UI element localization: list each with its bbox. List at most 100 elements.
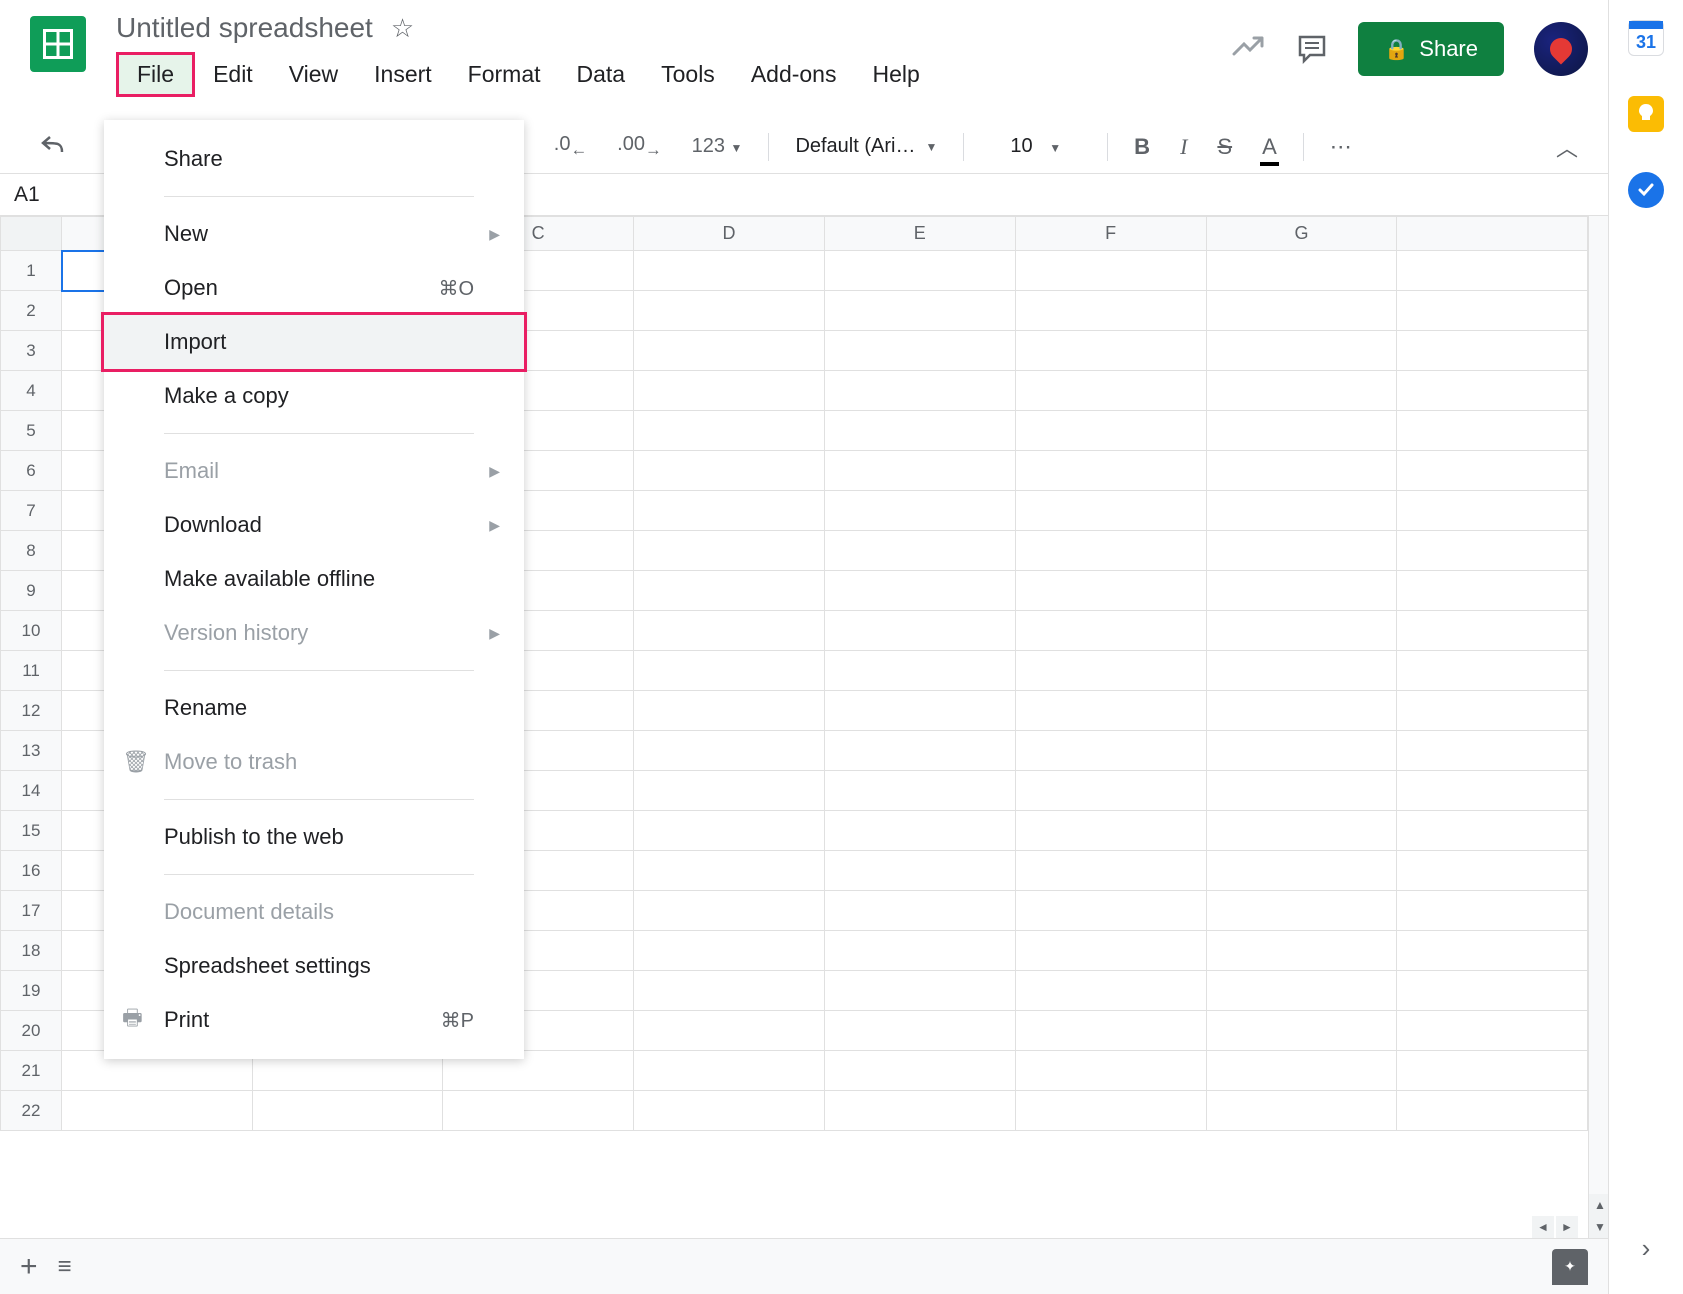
row-header[interactable]: 7 (1, 491, 62, 531)
sheets-logo[interactable] (30, 16, 86, 72)
cell[interactable] (1206, 931, 1397, 971)
cell[interactable] (824, 251, 1015, 291)
cell[interactable] (824, 1051, 1015, 1091)
cell[interactable] (1206, 291, 1397, 331)
column-header[interactable]: F (1015, 217, 1206, 251)
cell[interactable] (1015, 371, 1206, 411)
cell[interactable] (634, 1011, 825, 1051)
cell[interactable] (824, 491, 1015, 531)
menu-edit[interactable]: Edit (195, 55, 271, 94)
cell[interactable] (824, 931, 1015, 971)
cell[interactable] (1397, 571, 1588, 611)
column-header[interactable]: G (1206, 217, 1397, 251)
tasks-icon[interactable] (1628, 172, 1664, 208)
undo-button[interactable] (30, 128, 76, 166)
cell[interactable] (634, 891, 825, 931)
cell[interactable] (1397, 851, 1588, 891)
cell[interactable] (1206, 1051, 1397, 1091)
cell[interactable] (1397, 291, 1588, 331)
star-icon[interactable]: ☆ (391, 13, 414, 44)
column-header[interactable]: D (634, 217, 825, 251)
cell[interactable] (634, 811, 825, 851)
cell[interactable] (634, 291, 825, 331)
cell[interactable] (634, 1051, 825, 1091)
menu-item-rename[interactable]: Rename (104, 681, 524, 735)
cell[interactable] (1206, 691, 1397, 731)
row-header[interactable]: 13 (1, 731, 62, 771)
cell[interactable] (634, 731, 825, 771)
cell[interactable] (1015, 531, 1206, 571)
cell[interactable] (1015, 331, 1206, 371)
row-header[interactable]: 20 (1, 1011, 62, 1051)
cell[interactable] (1397, 931, 1588, 971)
format-decrease-decimal[interactable]: .0← (544, 127, 597, 166)
font-size-select[interactable]: 10 ▼ (980, 135, 1091, 158)
cell[interactable] (634, 451, 825, 491)
cell[interactable] (1397, 611, 1588, 651)
row-header[interactable]: 15 (1, 811, 62, 851)
cell[interactable] (1397, 691, 1588, 731)
row-header[interactable]: 2 (1, 291, 62, 331)
cell[interactable] (1397, 1091, 1588, 1131)
cell[interactable] (634, 691, 825, 731)
menu-item-share[interactable]: Share (104, 132, 524, 186)
cell[interactable] (1015, 291, 1206, 331)
row-header[interactable]: 22 (1, 1091, 62, 1131)
cell[interactable] (1206, 651, 1397, 691)
format-increase-decimal[interactable]: .00→ (607, 127, 671, 166)
more-tools-button[interactable]: ⋯ (1320, 128, 1362, 166)
row-header[interactable]: 10 (1, 611, 62, 651)
cell[interactable] (1397, 451, 1588, 491)
menu-item-open[interactable]: Open⌘O (104, 261, 524, 315)
cell[interactable] (1015, 451, 1206, 491)
cell[interactable] (634, 571, 825, 611)
cell[interactable] (1015, 1011, 1206, 1051)
horizontal-scroll[interactable]: ◄ ► (1532, 1216, 1578, 1238)
cell[interactable] (824, 731, 1015, 771)
cell[interactable] (1397, 371, 1588, 411)
cell[interactable] (824, 811, 1015, 851)
cell[interactable] (1206, 331, 1397, 371)
menu-item-download[interactable]: Download▶ (104, 498, 524, 552)
text-color-button[interactable]: A (1252, 128, 1287, 166)
row-header[interactable]: 16 (1, 851, 62, 891)
cell[interactable] (1206, 571, 1397, 611)
row-header[interactable]: 21 (1, 1051, 62, 1091)
cell[interactable] (824, 1011, 1015, 1051)
font-family-select[interactable]: Default (Ari…▼ (785, 135, 947, 158)
column-header[interactable]: E (824, 217, 1015, 251)
account-avatar[interactable] (1534, 22, 1588, 76)
cell[interactable] (1015, 651, 1206, 691)
cell[interactable] (1206, 771, 1397, 811)
cell[interactable] (824, 371, 1015, 411)
cell[interactable] (824, 1091, 1015, 1131)
cell[interactable] (1015, 1091, 1206, 1131)
cell[interactable] (1206, 251, 1397, 291)
row-header[interactable]: 12 (1, 691, 62, 731)
cell[interactable] (1015, 971, 1206, 1011)
cell[interactable] (1015, 891, 1206, 931)
row-header[interactable]: 14 (1, 771, 62, 811)
cell[interactable] (1397, 411, 1588, 451)
cell[interactable] (824, 691, 1015, 731)
share-button[interactable]: 🔒 Share (1358, 22, 1504, 76)
menu-item-publish-to-the-web[interactable]: Publish to the web (104, 810, 524, 864)
row-header[interactable]: 8 (1, 531, 62, 571)
cell[interactable] (1015, 611, 1206, 651)
cell[interactable] (1015, 251, 1206, 291)
format-123[interactable]: 123 ▼ (682, 129, 753, 164)
cell[interactable] (634, 1091, 825, 1131)
menu-item-make-a-copy[interactable]: Make a copy (104, 369, 524, 423)
keep-icon[interactable] (1628, 96, 1664, 132)
cell[interactable] (1397, 651, 1588, 691)
cell[interactable] (1015, 731, 1206, 771)
scroll-down-icon[interactable]: ▼ (1589, 1216, 1608, 1238)
cell[interactable] (1015, 491, 1206, 531)
menu-item-make-available-offline[interactable]: Make available offline (104, 552, 524, 606)
collapse-toolbar-icon[interactable]: ︿ (1556, 131, 1578, 163)
cell[interactable] (1397, 891, 1588, 931)
cell[interactable] (1015, 811, 1206, 851)
cell[interactable] (1206, 731, 1397, 771)
cell[interactable] (1206, 891, 1397, 931)
cell[interactable] (1206, 531, 1397, 571)
